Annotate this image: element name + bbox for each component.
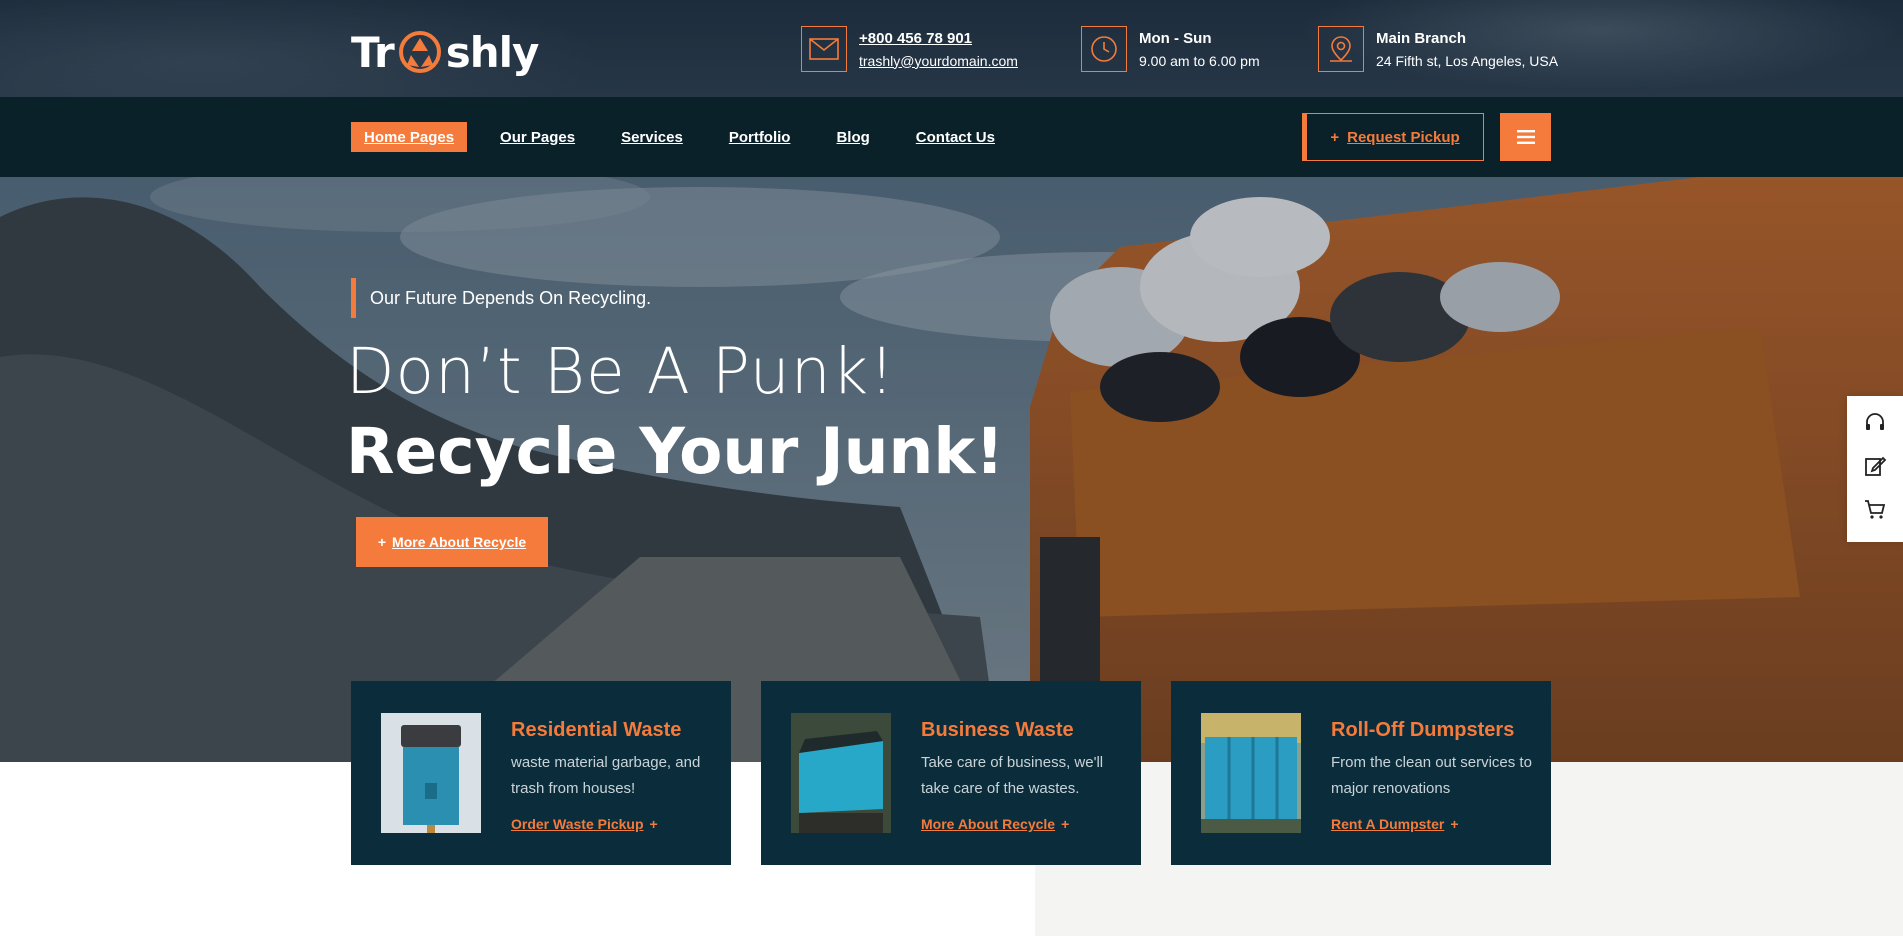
plus-icon: +	[1330, 128, 1340, 146]
request-pickup-label: Request Pickup	[1347, 128, 1460, 146]
service-card-rolloff: Roll-Off Dumpsters From the clean out se…	[1171, 681, 1551, 865]
logo[interactable]: Tr shly	[351, 27, 540, 77]
service-card-residential: Residential Waste waste material garbage…	[351, 681, 731, 865]
hamburger-icon	[1516, 130, 1535, 144]
card-link-label: More About Recycle	[921, 816, 1056, 832]
service-card-business: Business Waste Take care of business, we…	[761, 681, 1141, 865]
cart-icon[interactable]	[1863, 498, 1887, 527]
hours-days: Mon - Sun	[1139, 29, 1212, 47]
hours-time: 9.00 am to 6.00 pm	[1139, 52, 1260, 69]
edit-icon[interactable]	[1863, 454, 1887, 483]
residential-bin-image	[381, 713, 481, 833]
hero-section: Our Future Depends On Recycling. Don’t B…	[0, 177, 1903, 762]
card-title: Business Waste	[921, 719, 1074, 741]
recycle-logo-icon	[396, 28, 444, 76]
contact-branch: Main Branch 24 Fifth st, Los Angeles, US…	[1318, 26, 1558, 72]
business-dumpster-image	[791, 713, 891, 833]
main-nav: Home Pages Our Pages Services Portfolio …	[0, 97, 1903, 177]
card-link-label: Rent A Dumpster	[1331, 816, 1445, 832]
card-description: waste material garbage, and trash from h…	[511, 754, 701, 797]
nav-item-our-pages[interactable]: Our Pages	[487, 122, 588, 152]
card-description: Take care of business, we'll take care o…	[921, 754, 1104, 797]
card-link-label: Order Waste Pickup	[511, 816, 644, 832]
nav-item-portfolio[interactable]: Portfolio	[716, 122, 804, 152]
phone-link[interactable]: +800 456 78 901	[859, 30, 1018, 47]
envelope-icon	[801, 26, 847, 72]
hero-button-label: More About Recycle	[392, 534, 527, 550]
nav-item-home-pages[interactable]: Home Pages	[351, 122, 468, 152]
clock-icon	[1081, 26, 1127, 72]
request-pickup-button[interactable]: + Request Pickup	[1302, 113, 1484, 161]
contact-hours: Mon - Sun 9.00 am to 6.00 pm	[1081, 26, 1260, 72]
card-title: Residential Waste	[511, 719, 682, 741]
hero-tagline: Our Future Depends On Recycling.	[351, 278, 651, 318]
email-link[interactable]: trashly@yourdomain.com	[859, 53, 1018, 69]
hero-title-line2: Recycle Your Junk!	[346, 415, 1004, 488]
card-description: From the clean out services to major ren…	[1331, 754, 1532, 797]
logo-text-right: shly	[445, 27, 540, 77]
rent-a-dumpster-link[interactable]: Rent A Dumpster +	[1331, 816, 1541, 832]
hero-title-line1: Don’t Be A Punk!	[346, 335, 896, 408]
nav-item-contact-us[interactable]: Contact Us	[903, 122, 1008, 152]
contact-phone: +800 456 78 901 trashly@yourdomain.com	[801, 26, 1018, 72]
rolloff-dumpster-image	[1201, 713, 1301, 833]
branch-name: Main Branch	[1376, 29, 1467, 47]
branch-address: 24 Fifth st, Los Angeles, USA	[1376, 52, 1559, 69]
plus-icon: +	[649, 816, 658, 832]
card-title: Roll-Off Dumpsters	[1331, 719, 1515, 741]
nav-menu: Home Pages Our Pages Services Portfolio …	[351, 122, 1028, 152]
top-bar: Tr shly +800 456 78 901 trashly@yourdoma…	[0, 0, 1903, 97]
more-about-recycle-link[interactable]: More About Recycle +	[921, 816, 1131, 832]
hamburger-menu-button[interactable]	[1500, 113, 1551, 161]
plus-icon: +	[377, 534, 387, 550]
nav-item-blog[interactable]: Blog	[823, 122, 882, 152]
logo-text-left: Tr	[351, 27, 395, 77]
headset-icon[interactable]	[1863, 411, 1887, 440]
floating-side-panel	[1847, 396, 1903, 542]
more-about-recycle-button[interactable]: + More About Recycle	[356, 517, 548, 567]
plus-icon: +	[1450, 816, 1459, 832]
nav-item-services[interactable]: Services	[608, 122, 696, 152]
map-pin-icon	[1318, 26, 1364, 72]
plus-icon: +	[1061, 816, 1070, 832]
order-waste-pickup-link[interactable]: Order Waste Pickup +	[511, 816, 721, 832]
